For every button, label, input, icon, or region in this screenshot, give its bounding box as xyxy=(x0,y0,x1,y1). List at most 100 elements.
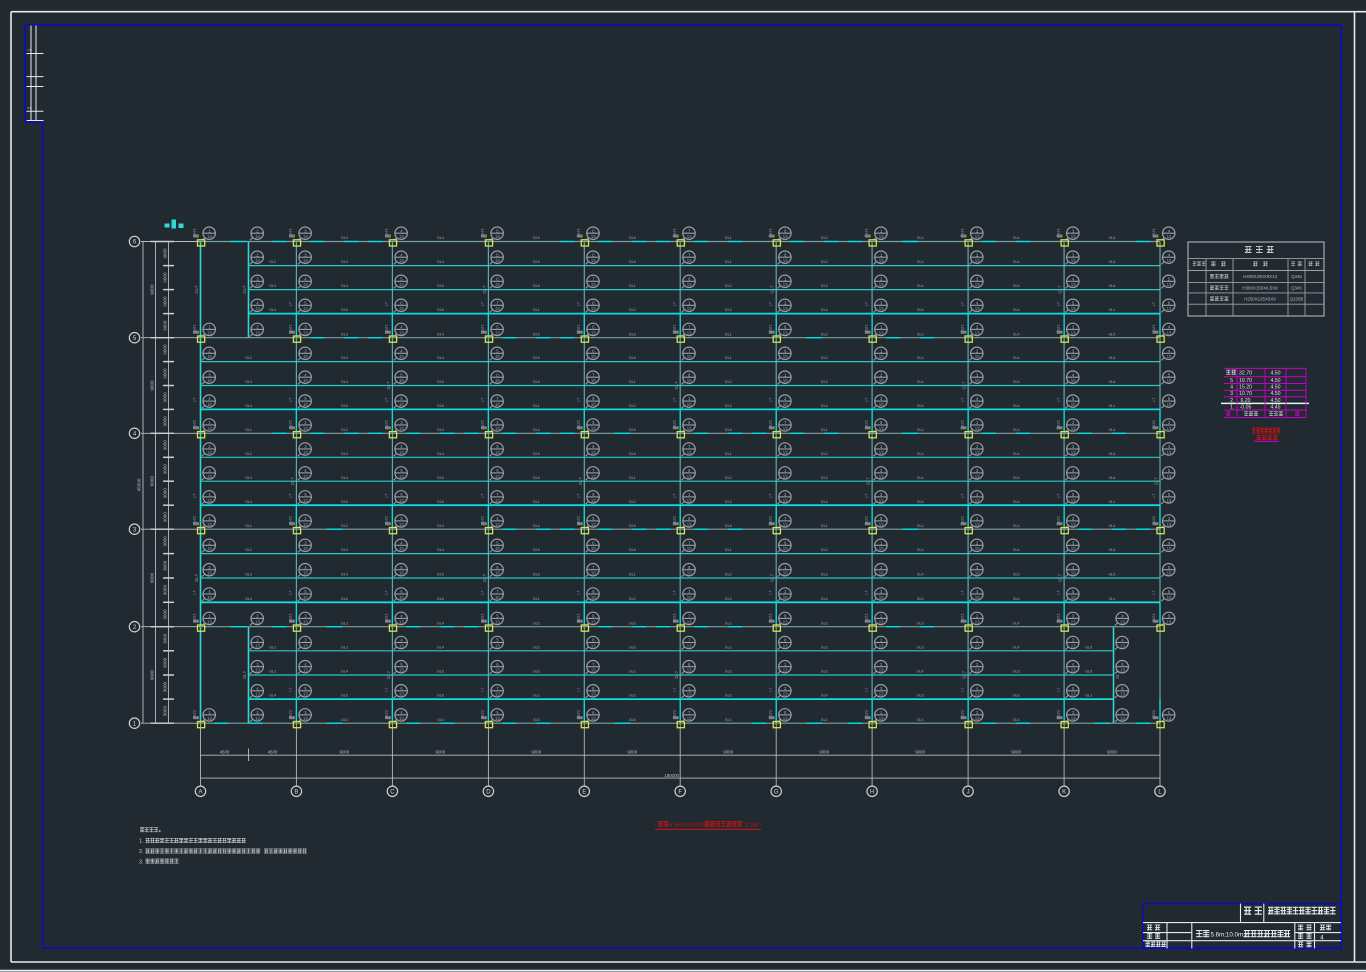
svg-text:F: F xyxy=(678,790,682,796)
svg-text:GL5: GL5 xyxy=(341,694,348,698)
svg-text:9000: 9000 xyxy=(150,380,155,391)
svg-text:GL5: GL5 xyxy=(533,356,540,360)
svg-text:13: 13 xyxy=(399,692,404,697)
svg-text:4500: 4500 xyxy=(220,750,230,755)
svg-text:13: 13 xyxy=(975,716,980,721)
svg-text:GL3: GL3 xyxy=(341,621,348,625)
svg-text:15.20: 15.20 xyxy=(1239,385,1252,391)
svg-text:13: 13 xyxy=(303,474,308,479)
svg-text:GL4: GL4 xyxy=(437,356,444,360)
svg-text:GL2: GL2 xyxy=(269,645,276,649)
svg-text:10: 10 xyxy=(1071,595,1076,600)
svg-text:13: 13 xyxy=(1071,306,1076,311)
svg-text:3000: 3000 xyxy=(163,512,168,523)
svg-text:GL1: GL1 xyxy=(725,452,732,456)
svg-text:GL3: GL3 xyxy=(917,236,924,240)
svg-text:10: 10 xyxy=(303,546,308,551)
svg-text:10: 10 xyxy=(303,354,308,359)
svg-text:13: 13 xyxy=(1071,716,1076,721)
svg-text:GL1: GL1 xyxy=(725,718,732,722)
svg-text:13: 13 xyxy=(1071,426,1076,431)
svg-text:GL6: GL6 xyxy=(629,356,636,360)
svg-text:L7: L7 xyxy=(480,302,485,306)
svg-text:13: 13 xyxy=(879,330,884,335)
svg-text:10: 10 xyxy=(687,354,692,359)
svg-text:13: 13 xyxy=(1071,643,1076,648)
svg-text:GL6: GL6 xyxy=(533,670,540,674)
svg-text:GL3: GL3 xyxy=(821,476,828,480)
svg-text:13: 13 xyxy=(975,330,980,335)
svg-text:L7: L7 xyxy=(480,398,485,402)
svg-text:3000: 3000 xyxy=(163,416,168,427)
svg-text:4.50: 4.50 xyxy=(1270,370,1280,376)
svg-text:GL1: GL1 xyxy=(725,356,732,360)
svg-text:GL2: GL2 xyxy=(629,500,636,504)
svg-text:GL4: GL4 xyxy=(245,597,252,601)
svg-text:13: 13 xyxy=(783,426,788,431)
svg-text:GL4: GL4 xyxy=(1109,428,1116,432)
svg-text:GL2: GL2 xyxy=(917,428,924,432)
svg-text:GL4: GL4 xyxy=(1013,718,1020,722)
svg-text:GL5: GL5 xyxy=(533,332,540,336)
svg-text:GL3: GL3 xyxy=(437,524,444,528)
svg-text:GL4: GL4 xyxy=(437,260,444,264)
svg-text:GL5: GL5 xyxy=(341,404,348,408)
svg-text:GL7: GL7 xyxy=(290,477,295,486)
svg-text:GL3: GL3 xyxy=(437,428,444,432)
svg-text:13: 13 xyxy=(687,426,692,431)
svg-text:GL4: GL4 xyxy=(341,573,348,577)
svg-text:10: 10 xyxy=(975,378,980,383)
svg-text:3000: 3000 xyxy=(163,248,168,259)
svg-text:10: 10 xyxy=(1071,402,1076,407)
svg-text:GL6: GL6 xyxy=(533,476,540,480)
svg-text:10: 10 xyxy=(1071,546,1076,551)
svg-text:L7: L7 xyxy=(1151,302,1156,306)
svg-text:13: 13 xyxy=(303,716,308,721)
svg-text:2.: 2. xyxy=(139,849,144,855)
svg-text:GL5: GL5 xyxy=(1013,670,1020,674)
svg-text:GL3: GL3 xyxy=(725,308,732,312)
svg-text:GL4: GL4 xyxy=(437,236,444,240)
svg-text:GL5: GL5 xyxy=(917,694,924,698)
svg-text:1.: 1. xyxy=(139,839,144,845)
svg-text:4.50: 4.50 xyxy=(1270,385,1280,391)
svg-text:L7: L7 xyxy=(480,494,485,498)
svg-text:13: 13 xyxy=(687,692,692,697)
svg-text:4.50: 4.50 xyxy=(1270,378,1280,384)
svg-text:GL6: GL6 xyxy=(1013,308,1020,312)
svg-text:10: 10 xyxy=(1167,354,1172,359)
svg-text:L7: L7 xyxy=(192,494,197,498)
svg-text:GL2: GL2 xyxy=(341,428,348,432)
svg-text:L7: L7 xyxy=(863,687,868,691)
svg-text:10: 10 xyxy=(303,402,308,407)
svg-text:L7: L7 xyxy=(863,398,868,402)
svg-text:GL4: GL4 xyxy=(1013,548,1020,552)
svg-text:13: 13 xyxy=(255,330,260,335)
svg-text:GL7: GL7 xyxy=(578,477,583,486)
svg-text:GL5: GL5 xyxy=(533,548,540,552)
svg-text:GL3: GL3 xyxy=(341,645,348,649)
svg-text:3000: 3000 xyxy=(163,633,168,644)
svg-text:13: 13 xyxy=(255,619,260,624)
svg-text:GL6: GL6 xyxy=(1013,597,1020,601)
svg-text:GL2: GL2 xyxy=(725,573,732,577)
svg-text:13: 13 xyxy=(1120,643,1125,648)
svg-text:L7: L7 xyxy=(576,591,581,595)
svg-text:GL4: GL4 xyxy=(341,476,348,480)
svg-text:GL6: GL6 xyxy=(437,694,444,698)
svg-text:10: 10 xyxy=(207,402,212,407)
svg-text:13: 13 xyxy=(1071,498,1076,503)
svg-text:13: 13 xyxy=(879,258,884,263)
svg-text:13: 13 xyxy=(783,474,788,479)
svg-text:10: 10 xyxy=(495,354,500,359)
svg-text:GL2: GL2 xyxy=(821,548,828,552)
svg-text:GL5: GL5 xyxy=(1109,356,1116,360)
svg-text:13: 13 xyxy=(303,306,308,311)
svg-text:13: 13 xyxy=(255,716,260,721)
svg-text:13: 13 xyxy=(1071,234,1076,239)
svg-text:13: 13 xyxy=(879,426,884,431)
svg-text:180000: 180000 xyxy=(664,773,679,778)
svg-text:13: 13 xyxy=(1167,330,1172,335)
svg-text:L7: L7 xyxy=(576,398,581,402)
svg-text:10: 10 xyxy=(975,571,980,576)
